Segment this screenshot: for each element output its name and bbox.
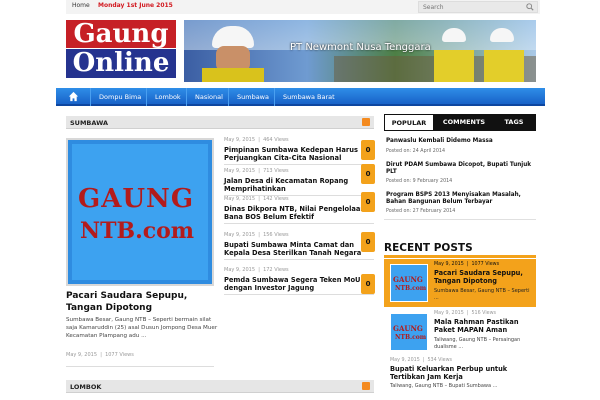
featured-image-inner: GAUNG NTB.com xyxy=(72,144,208,280)
post-meta: May 9, 2015 | 156 Views xyxy=(224,232,289,238)
thumb-text-2: NTB.com xyxy=(395,285,427,292)
popular-date: Posted on: 27 February 2014 xyxy=(386,209,456,214)
comment-count-badge[interactable]: 0 xyxy=(361,232,375,252)
popular-title[interactable]: Program BSPS 2013 Menyisakan Masalah, Ba… xyxy=(386,192,534,206)
recent-post-meta: May 9, 2015 | 516 Views xyxy=(434,311,497,316)
banner-caption: PT Newmont Nusa Tenggara xyxy=(290,42,431,53)
recent-post-excerpt: Sumbawa Besar, Gaung NTB – Seperti ... xyxy=(434,288,530,301)
list-item: May 9, 2015 | 172 Views Pemda Sumbawa Se… xyxy=(224,267,374,295)
top-home-link[interactable]: Home xyxy=(72,2,90,9)
divider xyxy=(224,223,374,224)
comment-count-badge[interactable]: 0 xyxy=(361,140,375,160)
nav-item-sumbawa-barat[interactable]: Sumbawa Barat xyxy=(274,88,343,106)
banner-worker-helmet-2 xyxy=(442,28,466,42)
site-logo[interactable]: Gaung Online xyxy=(66,20,176,78)
search-input[interactable] xyxy=(418,1,538,13)
post-title[interactable]: Dinas Dikpora NTB, Nilai Pengelolaan Ban… xyxy=(224,205,374,221)
logo-line-1: Gaung xyxy=(66,20,176,48)
thumb-text-1: GAUNG xyxy=(393,275,423,284)
post-title[interactable]: Pemda Sumbawa Segera Teken MoU dengan In… xyxy=(224,276,374,292)
recent-post-title[interactable]: Mala Rahman Pastikan Paket MAPAN Aman xyxy=(434,318,534,334)
current-date: Monday 1st June 2015 xyxy=(98,2,173,9)
post-title[interactable]: Bupati Sumbawa Minta Camat dan Kepala De… xyxy=(224,241,374,257)
recent-post-excerpt: Taliwang, Gaung NTB – Bupati Sumbawa ... xyxy=(390,383,498,389)
nav-item-nasional[interactable]: Nasional xyxy=(186,88,231,106)
sidebar-tabs: POPULAR COMMENTS TAGS xyxy=(384,114,536,131)
list-item: May 9, 2015 | 713 Views Jalan Desa di Ke… xyxy=(224,168,374,196)
main-nav: Dompu Bima Lombok Nasional Sumbawa Sumba… xyxy=(56,88,545,106)
recent-posts-title: RECENT POSTS xyxy=(384,242,473,254)
comment-count-badge[interactable]: 0 xyxy=(361,274,375,294)
featured-date: May 9, 2015 xyxy=(66,352,98,358)
post-title[interactable]: Pimpinan Sumbawa Kedepan Harus Perjuangk… xyxy=(224,146,374,162)
section-header-sumbawa: SUMBAWA xyxy=(66,116,374,129)
featured-meta: May 9, 2015 | 1077 Views xyxy=(66,352,134,358)
popular-date: Posted on: 24 April 2014 xyxy=(386,149,445,154)
featured-views: 1077 Views xyxy=(105,352,134,358)
recent-post-title[interactable]: Pacari Saudara Sepupu, Tangan Dipotong xyxy=(434,269,534,285)
recent-post-thumbnail[interactable]: GAUNG NTB.com xyxy=(390,313,428,351)
recent-post-item[interactable]: GAUNG NTB.com May 9, 2015 | 1077 Views P… xyxy=(384,259,536,307)
rss-icon[interactable] xyxy=(362,382,370,390)
nav-item-dompu-bima[interactable]: Dompu Bima xyxy=(90,88,149,106)
featured-image[interactable]: GAUNG NTB.com xyxy=(66,138,214,286)
popular-title[interactable]: Dirut PDAM Sumbawa Dicopot, Bupati Tunju… xyxy=(386,162,534,176)
list-item: May 9, 2015 | 464 Views Pimpinan Sumbawa… xyxy=(224,137,374,165)
list-item: May 9, 2015 | 156 Views Bupati Sumbawa M… xyxy=(224,232,374,260)
recent-post-excerpt: Taliwang, Gaung NTB – Persaingan dualism… xyxy=(434,337,521,350)
popular-title[interactable]: Panwaslu Kembali Didemo Massa xyxy=(386,138,534,145)
tab-comments[interactable]: COMMENTS xyxy=(434,114,494,131)
banner-worker-helmet-3 xyxy=(490,28,514,42)
nav-item-sumbawa[interactable]: Sumbawa xyxy=(228,88,277,106)
comment-count-badge[interactable]: 0 xyxy=(361,192,375,212)
featured-excerpt: Sumbawa Besar, Gaung NTB – Seperti berma… xyxy=(66,317,218,339)
tab-tags[interactable]: TAGS xyxy=(494,114,534,131)
recent-post-item[interactable]: May 9, 2015 | 534 Views Bupati Keluarkan… xyxy=(390,358,536,389)
recent-posts-header: RECENT POSTS xyxy=(384,242,536,258)
post-meta: May 9, 2015 | 713 Views xyxy=(224,168,289,174)
divider xyxy=(224,164,374,165)
search-icon[interactable] xyxy=(526,3,534,11)
banner-worker-vest xyxy=(202,68,264,82)
post-meta: May 9, 2015 | 172 Views xyxy=(224,267,289,273)
section-title[interactable]: LOMBOK xyxy=(70,383,101,391)
section-header-lombok: LOMBOK xyxy=(66,380,374,393)
recent-post-meta: May 9, 2015 | 1077 Views xyxy=(434,262,500,267)
post-meta: May 9, 2015 | 464 Views xyxy=(224,137,289,143)
section-title[interactable]: SUMBAWA xyxy=(70,119,108,127)
post-meta: May 9, 2015 | 142 Views xyxy=(224,196,289,202)
recent-post-thumbnail[interactable]: GAUNG NTB.com xyxy=(390,264,428,302)
thumb-text-1: GAUNG xyxy=(393,324,423,333)
popular-date: Posted on: 9 February 2014 xyxy=(386,179,453,184)
recent-post-title[interactable]: Bupati Keluarkan Perbup untuk Tertibkan … xyxy=(390,365,536,381)
list-item: Panwaslu Kembali Didemo Massa Posted on:… xyxy=(384,134,536,160)
list-item: Dirut PDAM Sumbawa Dicopot, Bupati Tunju… xyxy=(384,158,536,190)
logo-line-2: Online xyxy=(66,49,176,78)
nav-item-lombok[interactable]: Lombok xyxy=(146,88,189,106)
divider xyxy=(224,294,374,295)
divider xyxy=(224,259,374,260)
comment-count-badge[interactable]: 0 xyxy=(361,164,375,184)
featured-title[interactable]: Pacari Saudara Sepupu, Tangan Dipotong xyxy=(66,290,216,314)
list-item: May 9, 2015 | 142 Views Dinas Dikpora NT… xyxy=(224,196,374,224)
top-bar: Home Monday 1st June 2015 xyxy=(66,0,540,14)
home-icon[interactable] xyxy=(68,91,79,102)
header-banner[interactable]: PT Newmont Nusa Tenggara xyxy=(184,20,536,82)
featured-image-text-1: GAUNG xyxy=(78,184,195,214)
thumb-text-2: NTB.com xyxy=(395,334,427,341)
featured-image-text-2: NTB.com xyxy=(80,218,195,244)
recent-post-meta: May 9, 2015 | 534 Views xyxy=(390,358,453,363)
recent-post-item[interactable]: GAUNG NTB.com May 9, 2015 | 516 Views Ma… xyxy=(384,308,536,356)
banner-worker-vest-3 xyxy=(484,50,524,82)
rss-icon[interactable] xyxy=(362,118,370,126)
divider xyxy=(66,366,214,367)
tab-popular[interactable]: POPULAR xyxy=(384,114,434,131)
banner-worker-vest-2 xyxy=(434,50,474,82)
list-item: Program BSPS 2013 Menyisakan Masalah, Ba… xyxy=(384,188,536,220)
post-title[interactable]: Jalan Desa di Kecamatan Ropang Memprihat… xyxy=(224,177,374,193)
